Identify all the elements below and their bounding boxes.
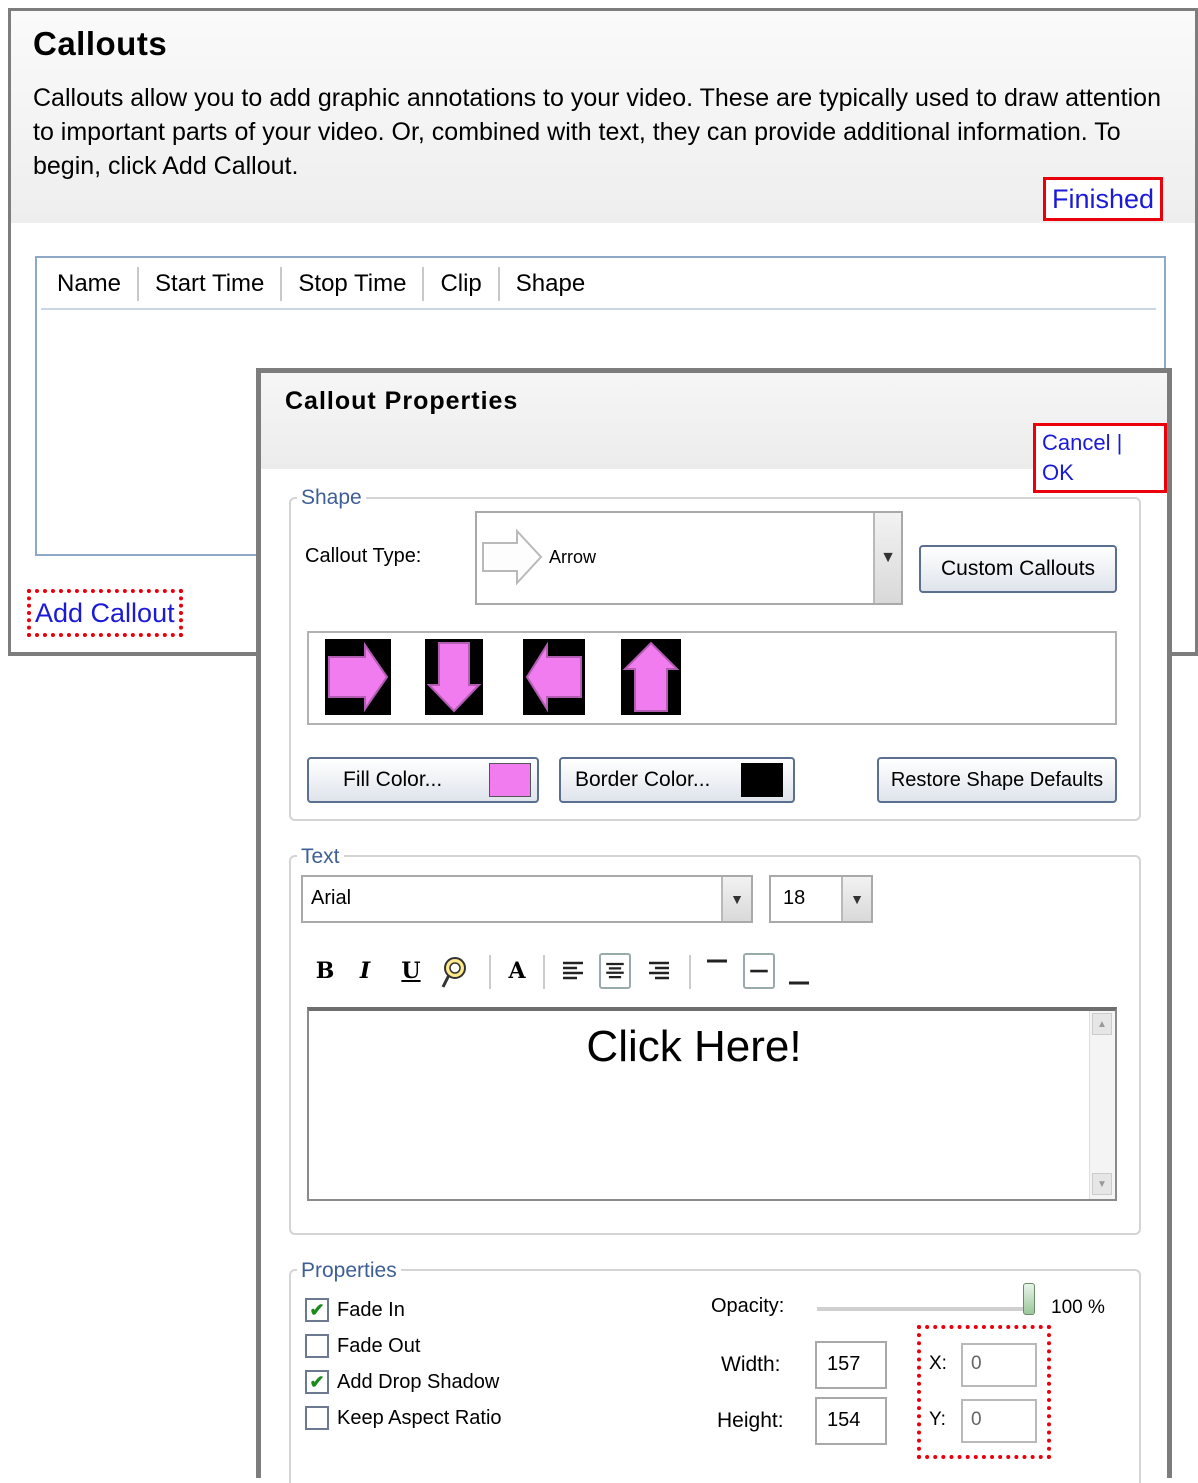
callout-type-select[interactable]: Arrow ▼ (475, 511, 903, 605)
arrow-left-icon[interactable] (523, 639, 585, 715)
fade-in-check[interactable]: ✔ (305, 1298, 329, 1322)
border-color-label: Border Color... (575, 768, 711, 791)
drop-shadow-label: Add Drop Shadow (337, 1370, 500, 1393)
opacity-value: 100 % (1051, 1297, 1105, 1318)
shape-gallery (307, 631, 1117, 725)
fade-out-checkbox[interactable]: Fade Out (305, 1331, 420, 1361)
fill-color-button[interactable]: Fill Color... (307, 757, 539, 803)
scrollbar[interactable]: ▲ ▼ (1089, 1011, 1115, 1199)
callouts-header: Callouts Callouts allow you to add graph… (11, 11, 1195, 223)
dialog-title: Callout Properties (285, 387, 519, 415)
callouts-description: Callouts allow you to add graphic annota… (33, 84, 1161, 180)
arrow-down-icon[interactable] (425, 639, 483, 715)
align-left-icon[interactable] (557, 953, 589, 989)
align-top-icon[interactable] (701, 953, 733, 989)
cancel-link[interactable]: Cancel (1042, 430, 1110, 455)
toolbar-divider (689, 955, 691, 989)
chevron-down-icon[interactable]: ▼ (841, 877, 871, 921)
ok-link[interactable]: OK (1042, 460, 1074, 485)
shape-group-legend: Shape (297, 486, 366, 510)
properties-group-legend: Properties (297, 1259, 401, 1283)
fade-in-checkbox[interactable]: ✔ Fade In (305, 1295, 405, 1325)
align-bottom-icon[interactable] (783, 953, 815, 989)
callout-text: Click Here! (586, 1022, 802, 1071)
opacity-slider-thumb[interactable] (1023, 1283, 1035, 1315)
fade-in-label: Fade In (337, 1298, 405, 1321)
y-input[interactable]: 0 (961, 1399, 1037, 1443)
italic-button[interactable]: I (349, 953, 381, 989)
width-label: Width: (721, 1353, 781, 1376)
callout-text-editor[interactable]: Click Here! ▲ ▼ (307, 1007, 1117, 1201)
scroll-down-icon[interactable]: ▼ (1092, 1173, 1112, 1195)
dialog-header: Callout Properties (261, 373, 1167, 469)
underline-button[interactable]: U (395, 953, 427, 989)
toolbar-divider (489, 955, 491, 989)
finished-link[interactable]: Finished (1043, 177, 1164, 221)
fill-color-label: Fill Color... (343, 768, 443, 791)
cancel-ok-links: Cancel | OK (1033, 423, 1167, 493)
column-header-shape[interactable]: Shape (500, 267, 601, 301)
x-input[interactable]: 0 (961, 1343, 1037, 1387)
y-label: Y: (929, 1409, 946, 1430)
font-size-value: 18 (783, 887, 806, 909)
opacity-label: Opacity: (711, 1295, 785, 1317)
arrow-right-icon[interactable] (325, 639, 391, 715)
align-center-icon[interactable] (599, 953, 631, 989)
font-color-button[interactable]: A (501, 953, 533, 989)
chevron-down-icon[interactable]: ▼ (873, 513, 901, 603)
width-input[interactable]: 157 (815, 1341, 887, 1389)
fade-out-label: Fade Out (337, 1334, 421, 1357)
opacity-slider-track[interactable] (817, 1307, 1027, 1311)
callout-properties-dialog: Callout Properties Cancel | OK Shape Cal… (256, 368, 1172, 1483)
font-select[interactable]: Arial ▼ (301, 875, 753, 923)
border-color-button[interactable]: Border Color... (559, 757, 795, 803)
toolbar-divider (543, 955, 545, 989)
x-label: X: (929, 1353, 947, 1374)
table-header: Name Start Time Stop Time Clip Shape (41, 260, 1156, 310)
text-group-legend: Text (297, 845, 344, 869)
border-color-swatch (741, 763, 783, 797)
chevron-down-icon[interactable]: ▼ (721, 877, 751, 921)
page-title: Callouts (33, 25, 168, 62)
align-right-icon[interactable] (643, 953, 675, 989)
align-middle-icon[interactable] (743, 953, 775, 989)
fade-out-check[interactable] (305, 1334, 329, 1358)
column-header-stop-time[interactable]: Stop Time (282, 267, 425, 301)
callout-type-value: Arrow (549, 547, 597, 567)
arrow-preview-icon (482, 528, 543, 586)
arrow-up-icon[interactable] (621, 639, 681, 715)
keep-aspect-ratio-check[interactable] (305, 1406, 329, 1430)
custom-callouts-button[interactable]: Custom Callouts (919, 545, 1117, 593)
column-header-name[interactable]: Name (41, 267, 140, 301)
height-input[interactable]: 154 (815, 1397, 887, 1445)
column-header-start-time[interactable]: Start Time (139, 267, 283, 301)
highlight-icon[interactable] (437, 953, 469, 989)
bold-button[interactable]: B (309, 953, 341, 989)
font-value: Arial (311, 887, 352, 909)
add-callout-link[interactable]: Add Callout (27, 589, 183, 637)
scroll-up-icon[interactable]: ▲ (1092, 1013, 1112, 1035)
separator: | (1116, 430, 1123, 455)
restore-shape-defaults-button[interactable]: Restore Shape Defaults (877, 757, 1117, 803)
callout-type-label: Callout Type: (305, 545, 422, 567)
drop-shadow-check[interactable]: ✔ (305, 1370, 329, 1394)
fill-color-swatch (489, 763, 531, 797)
keep-aspect-ratio-checkbox[interactable]: Keep Aspect Ratio (305, 1403, 502, 1433)
keep-aspect-ratio-label: Keep Aspect Ratio (337, 1406, 502, 1429)
column-header-clip[interactable]: Clip (424, 267, 500, 301)
drop-shadow-checkbox[interactable]: ✔ Add Drop Shadow (305, 1367, 499, 1397)
font-size-select[interactable]: 18 ▼ (769, 875, 873, 923)
height-label: Height: (717, 1409, 784, 1432)
